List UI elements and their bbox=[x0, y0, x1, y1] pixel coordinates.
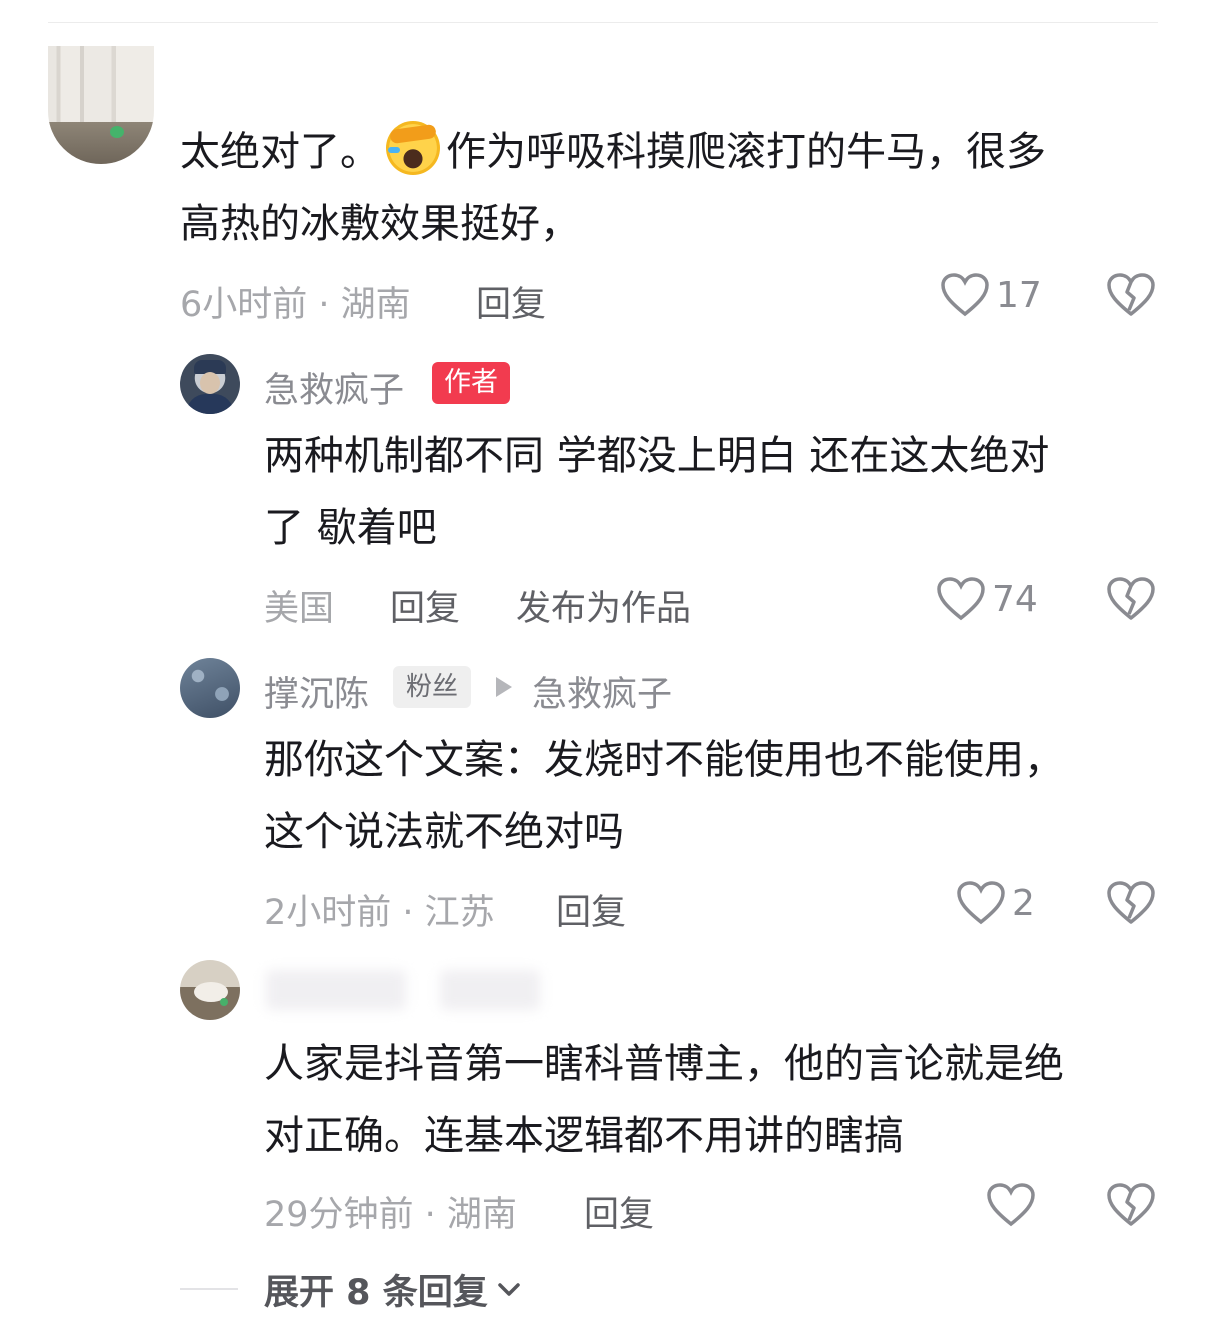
heart-icon bbox=[941, 273, 989, 317]
broken-heart-icon bbox=[1107, 577, 1155, 620]
comment-line: 了 歇着吧 bbox=[264, 505, 437, 551]
comment-meta: 2小时前 · 江苏 bbox=[264, 893, 495, 933]
blurred-username bbox=[266, 970, 406, 1010]
divider bbox=[48, 22, 1158, 23]
heart-icon bbox=[957, 881, 1005, 925]
avatar[interactable] bbox=[180, 960, 240, 1020]
dislike-button[interactable] bbox=[1106, 880, 1156, 930]
comment-text: 人家是抖音第一瞎科普博主，他的言论就是绝 对正确。连基本逻辑都不用讲的瞎搞 bbox=[264, 1028, 1064, 1172]
dislike-button[interactable] bbox=[1106, 1182, 1156, 1232]
comment-line: 两种机制都不同 学都没上明白 还在这太绝对 bbox=[264, 433, 1050, 479]
dislike-button[interactable] bbox=[1106, 272, 1156, 322]
like-button[interactable]: 17 bbox=[940, 272, 1042, 318]
comment-text: 那你这个文案：发烧时不能使用也不能使用， 这个说法就不绝对吗 bbox=[264, 724, 1064, 868]
publish-as-post-button[interactable]: 发布为作品 bbox=[516, 580, 691, 631]
like-button[interactable]: 74 bbox=[936, 576, 1038, 622]
comment-meta: 29分钟前 · 湖南 bbox=[264, 1195, 517, 1235]
heart-icon bbox=[987, 1183, 1035, 1227]
expand-replies-label: 展开 8 条回复 bbox=[264, 1273, 488, 1313]
comment-line: 高热的冰敷效果挺好， bbox=[180, 201, 580, 247]
username[interactable]: 撑沉陈 bbox=[264, 666, 369, 717]
fan-badge: 粉丝 bbox=[393, 666, 472, 708]
divider bbox=[180, 1288, 238, 1290]
avatar-toy bbox=[220, 998, 228, 1006]
avatar-floor bbox=[48, 122, 154, 164]
avatar-face bbox=[200, 372, 220, 394]
like-count: 74 bbox=[992, 578, 1038, 620]
comment-text: 太绝对了。 作为呼吸科摸爬滚打的牛马，很多 高热的冰敷效果挺好， bbox=[180, 116, 1046, 260]
comment-line: 那你这个文案：发烧时不能使用也不能使用， bbox=[264, 737, 1064, 783]
broken-heart-icon bbox=[1107, 273, 1155, 316]
username[interactable]: 急救疯子 bbox=[264, 362, 404, 413]
comment-text: 两种机制都不同 学都没上明白 还在这太绝对 了 歇着吧 bbox=[264, 420, 1049, 564]
comment-line: 这个说法就不绝对吗 bbox=[264, 809, 624, 855]
reply-button[interactable]: 回复 bbox=[556, 884, 626, 935]
avatar[interactable] bbox=[180, 354, 240, 414]
expand-replies-button[interactable]: 展开 8 条回复 bbox=[264, 1264, 522, 1315]
like-count: 2 bbox=[1012, 882, 1035, 924]
comment-line: 对正确。连基本逻辑都不用讲的瞎搞 bbox=[264, 1113, 904, 1159]
chevron-down-icon bbox=[497, 1282, 520, 1296]
like-count: 17 bbox=[996, 274, 1042, 316]
comment-thread: 太绝对了。 作为呼吸科摸爬滚打的牛马，很多 高热的冰敷效果挺好， 6小时前 · 湖… bbox=[0, 0, 1206, 1334]
reply-button[interactable]: 回复 bbox=[390, 580, 460, 631]
comment-line: 太绝对了。 作为呼吸科摸爬滚打的牛马，很多 bbox=[180, 116, 1046, 188]
avatar-toy bbox=[110, 126, 124, 138]
comment-line: 人家是抖音第一瞎科普博主，他的言论就是绝 bbox=[264, 1041, 1064, 1087]
avatar[interactable] bbox=[48, 46, 154, 164]
comment-meta: 美国 bbox=[264, 589, 335, 629]
broken-heart-icon bbox=[1107, 881, 1155, 924]
author-badge: 作者 bbox=[432, 362, 510, 404]
reply-to-username[interactable]: 急救疯子 bbox=[532, 666, 672, 717]
reply-arrow-icon bbox=[496, 677, 512, 697]
reply-button[interactable]: 回复 bbox=[476, 276, 546, 327]
avatar-shirt bbox=[186, 394, 234, 414]
avatar[interactable] bbox=[180, 658, 240, 718]
broken-heart-icon bbox=[1107, 1183, 1155, 1226]
like-button[interactable]: 2 bbox=[956, 880, 1035, 926]
blurred-username bbox=[440, 970, 540, 1010]
heart-icon bbox=[937, 577, 985, 621]
comment-meta: 6小时前 · 湖南 bbox=[180, 285, 411, 325]
like-button[interactable] bbox=[986, 1182, 1036, 1228]
reply-button[interactable]: 回复 bbox=[584, 1186, 654, 1237]
screaming-face-emoji bbox=[386, 121, 440, 175]
dislike-button[interactable] bbox=[1106, 576, 1156, 626]
